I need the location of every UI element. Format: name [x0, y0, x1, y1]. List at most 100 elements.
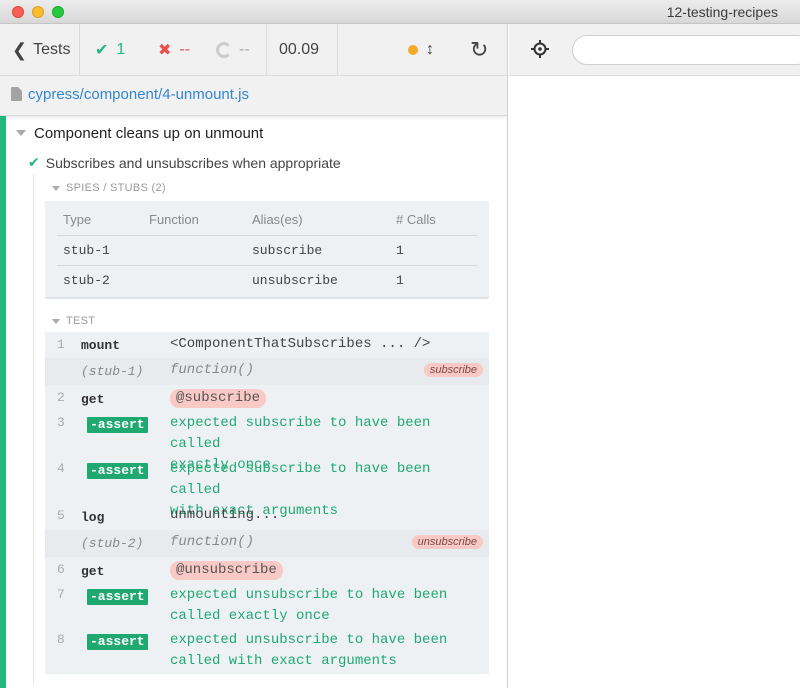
rerun-button[interactable]: ↻ [470, 24, 488, 76]
command-name: get [81, 392, 105, 407]
collapse-caret-icon [52, 185, 60, 191]
passed-indicator-bar [0, 116, 6, 688]
close-window-button[interactable] [12, 6, 24, 18]
message-line: expected unsubscribe to have been [170, 587, 448, 603]
command-row[interactable]: 2 get @subscribe [45, 385, 489, 411]
command-number: 1 [57, 337, 65, 352]
message-line: expected unsubscribe to have been [170, 632, 448, 648]
command-name: -assert [87, 463, 148, 479]
file-icon [11, 87, 22, 101]
alias-pill: @subscribe [170, 389, 267, 408]
command-row[interactable]: 1 mount <ComponentThatSubscribes ... /> [45, 332, 489, 358]
command-row[interactable]: 3 -assert expected subscribe to have bee… [45, 411, 489, 473]
stub-alias: unsubscribe [252, 273, 338, 288]
indent-guide [33, 174, 34, 684]
window-title: 12-testing-recipes [666, 4, 778, 20]
stub-type[interactable]: stub-2 [63, 273, 110, 288]
tests-back-button[interactable]: ❮ Tests [12, 24, 70, 76]
tests-button-label: Tests [33, 41, 71, 58]
spies-section-header[interactable]: SPIES / STUBS (2) [52, 182, 166, 194]
failed-stat: ✖ -- [158, 24, 190, 76]
command-number: 6 [57, 562, 65, 577]
reporter-panel: ❮ Tests ✔ 1 ✖ -- -- 00.09 ↕ ↻ cypress/co… [0, 24, 508, 688]
command-name: log [81, 510, 105, 525]
spec-file-link[interactable]: cypress/component/4-unmount.js [28, 86, 249, 103]
test-section-header[interactable]: TEST [52, 315, 95, 327]
assert-badge: -assert [87, 589, 148, 605]
preview-toolbar [509, 24, 800, 76]
command-message: <ComponentThatSubscribes ... /> [170, 336, 431, 352]
column-header: # Calls [396, 212, 436, 227]
command-number: 2 [57, 390, 65, 405]
command-name: -assert [87, 417, 148, 433]
command-row[interactable]: 4 -assert expected subscribe to have bee… [45, 457, 489, 519]
passed-count: 1 [116, 41, 126, 58]
command-name: -assert [87, 589, 148, 605]
reload-icon: ↻ [470, 37, 489, 62]
passed-stat: ✔ 1 [95, 24, 125, 76]
command-message: function() [170, 534, 255, 550]
collapse-caret-icon [16, 130, 26, 136]
column-header: Type [63, 212, 92, 227]
app-preview-panel [509, 24, 800, 688]
spies-table: Type Function Alias(es) # Calls stub-1 s… [45, 201, 489, 299]
suite-title[interactable]: Component cleans up on unmount [16, 122, 263, 144]
column-header: Alias(es) [252, 212, 303, 227]
command-row[interactable]: 7 -assert expected unsubscribe to have b… [45, 583, 489, 628]
alias-pill: @unsubscribe [170, 561, 283, 580]
header-divider [79, 24, 80, 76]
command-message: expected unsubscribe to have been called … [170, 585, 447, 627]
title-bar: 12-testing-recipes [0, 0, 800, 24]
message-line: expected subscribe to have been called [170, 461, 431, 498]
command-name: -assert [87, 634, 148, 650]
command-number: 7 [57, 587, 65, 602]
auto-scroll-toggle[interactable]: ↕ [408, 24, 434, 76]
test-header-text: TEST [66, 315, 96, 327]
test-title-text: Subscribes and unsubscribes when appropr… [45, 154, 341, 171]
test-title[interactable]: ✔ Subscribes and unsubscribes when appro… [28, 154, 341, 171]
command-number: 5 [57, 508, 65, 523]
assert-badge: -assert [87, 417, 148, 433]
stub-alias: subscribe [252, 243, 323, 258]
app-window: 12-testing-recipes ❮ Tests ✔ 1 ✖ -- -- 0… [0, 0, 800, 688]
collapse-caret-icon [52, 318, 60, 324]
url-input[interactable] [572, 35, 800, 65]
stub-calls: 1 [396, 243, 404, 258]
message-line: called with exact arguments [170, 653, 397, 669]
command-number: 4 [57, 461, 65, 476]
stub-type[interactable]: stub-1 [63, 243, 110, 258]
command-message: function() [170, 362, 255, 378]
stub-calls: 1 [396, 273, 404, 288]
header-divider [266, 24, 267, 76]
command-name: (stub-1) [81, 364, 144, 379]
command-log: 1 mount <ComponentThatSubscribes ... /> … [45, 332, 489, 674]
command-row[interactable]: 5 log unmounting... [45, 504, 489, 530]
alias-pill: unsubscribe [411, 535, 483, 549]
command-number: 3 [57, 415, 65, 430]
duration: 00.09 [279, 41, 320, 58]
check-icon: ✔ [95, 42, 109, 59]
crosshair-icon[interactable] [531, 40, 549, 58]
command-row[interactable]: (stub-1) function() subscribe [45, 358, 489, 385]
assert-badge: -assert [87, 463, 148, 479]
orange-dot-icon [408, 45, 418, 55]
command-message: expected unsubscribe to have been called … [170, 630, 447, 672]
command-name: mount [81, 338, 121, 353]
pending-count: -- [239, 41, 250, 58]
header-divider [337, 24, 338, 76]
minimize-window-button[interactable] [32, 6, 44, 18]
command-row[interactable]: (stub-2) function() unsubscribe [45, 530, 489, 557]
command-row[interactable]: 6 get @unsubscribe [45, 557, 489, 583]
spec-file-bar: cypress/component/4-unmount.js [0, 76, 507, 116]
command-name: get [81, 564, 105, 579]
zoom-window-button[interactable] [52, 6, 64, 18]
command-row[interactable]: 8 -assert expected unsubscribe to have b… [45, 628, 489, 674]
command-number: 8 [57, 632, 65, 647]
failed-count: -- [179, 41, 191, 58]
resize-icon: ↕ [426, 41, 434, 58]
row-divider [57, 235, 477, 236]
alias-pill: subscribe [423, 363, 483, 377]
row-divider [57, 265, 477, 266]
assert-badge: -assert [87, 634, 148, 650]
message-line: expected subscribe to have been called [170, 415, 431, 452]
